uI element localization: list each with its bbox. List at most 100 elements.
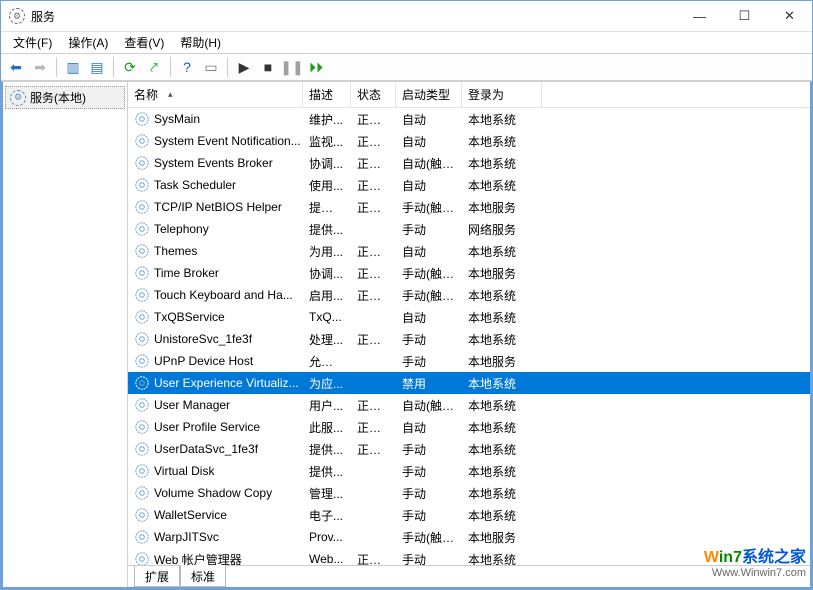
service-row[interactable]: UPnP Device Host允许 ...手动本地服务 [128, 350, 810, 372]
cell-startup: 自动(触发... [396, 155, 462, 172]
sort-ascending-icon: ▴ [168, 89, 173, 100]
properties-button[interactable]: ▭ [200, 56, 222, 78]
column-header-description[interactable]: 描述 [303, 82, 351, 107]
tab-standard[interactable]: 标准 [180, 565, 226, 587]
service-row[interactable]: Task Scheduler使用...正在...自动本地系统 [128, 174, 810, 196]
column-header-name[interactable]: 名称 ▴ [128, 82, 303, 107]
toolbar-separator [113, 57, 114, 77]
menu-file[interactable]: 文件(F) [5, 32, 60, 53]
service-row[interactable]: System Event Notification...监视...正在...自动… [128, 130, 810, 152]
cell-name: User Manager [128, 397, 303, 413]
service-row[interactable]: TxQBServiceTxQ...自动本地系统 [128, 306, 810, 328]
cell-logon: 本地系统 [462, 287, 542, 304]
service-row[interactable]: User Experience Virtualiz...为应...禁用本地系统 [128, 372, 810, 394]
service-name-label: User Profile Service [154, 420, 260, 434]
cell-logon: 本地系统 [462, 485, 542, 502]
cell-status: 正在... [351, 287, 396, 304]
cell-name: User Experience Virtualiz... [128, 375, 303, 391]
menu-action[interactable]: 操作(A) [60, 32, 116, 53]
show-hide-tree-button[interactable]: ▥ [62, 56, 84, 78]
cell-description: 提供 ... [303, 199, 351, 216]
service-gear-icon [134, 507, 150, 523]
cell-name: Task Scheduler [128, 177, 303, 193]
cell-logon: 本地系统 [462, 309, 542, 326]
cell-startup: 手动(触发... [396, 265, 462, 282]
service-row[interactable]: Touch Keyboard and Ha...启用...正在...手动(触发.… [128, 284, 810, 306]
service-row[interactable]: Volume Shadow Copy管理...手动本地系统 [128, 482, 810, 504]
export-button[interactable]: ⤤ [143, 56, 165, 78]
cell-description: 电子... [303, 507, 351, 524]
cell-name: UserDataSvc_1fe3f [128, 441, 303, 457]
cell-logon: 本地系统 [462, 419, 542, 436]
service-row[interactable]: WalletService电子...手动本地系统 [128, 504, 810, 526]
close-button[interactable]: ✕ [767, 1, 812, 31]
toolbar-separator [227, 57, 228, 77]
details-pane-button[interactable]: ▤ [86, 56, 108, 78]
service-name-label: TxQBService [154, 310, 225, 324]
service-gear-icon [134, 397, 150, 413]
cell-name: Time Broker [128, 265, 303, 281]
cell-description: 为用... [303, 243, 351, 260]
service-row[interactable]: System Events Broker协调...正在...自动(触发...本地… [128, 152, 810, 174]
service-gear-icon [134, 375, 150, 391]
cell-startup: 手动 [396, 353, 462, 370]
column-header-logon[interactable]: 登录为 [462, 82, 542, 107]
help-button[interactable]: ? [176, 56, 198, 78]
menu-view[interactable]: 查看(V) [116, 32, 172, 53]
refresh-button[interactable]: ⟳ [119, 56, 141, 78]
service-name-label: Virtual Disk [154, 464, 214, 478]
service-row[interactable]: SysMain维护...正在...自动本地系统 [128, 108, 810, 130]
service-row[interactable]: User Manager用户...正在...自动(触发...本地系统 [128, 394, 810, 416]
window-controls: — ☐ ✕ [677, 1, 812, 31]
cell-name: System Event Notification... [128, 133, 303, 149]
stop-service-button[interactable]: ■ [257, 56, 279, 78]
cell-description: 维护... [303, 111, 351, 128]
cell-description: TxQ... [303, 310, 351, 324]
minimize-button[interactable]: — [677, 1, 722, 31]
cell-logon: 本地系统 [462, 551, 542, 566]
cell-description: 监视... [303, 133, 351, 150]
tab-extended[interactable]: 扩展 [134, 566, 180, 587]
service-row[interactable]: User Profile Service此服...正在...自动本地系统 [128, 416, 810, 438]
back-button[interactable]: ⬅ [5, 56, 27, 78]
service-gear-icon [134, 463, 150, 479]
service-gear-icon [134, 243, 150, 259]
service-row[interactable]: WarpJITSvcProv...手动(触发...本地服务 [128, 526, 810, 548]
cell-startup: 手动 [396, 221, 462, 238]
service-name-label: Time Broker [154, 266, 219, 280]
maximize-button[interactable]: ☐ [722, 1, 767, 31]
column-header-startup[interactable]: 启动类型 [396, 82, 462, 107]
tree-node-services-local[interactable]: ⚙ 服务(本地) [5, 86, 125, 109]
cell-description: Prov... [303, 530, 351, 544]
service-row[interactable]: Telephony提供...手动网络服务 [128, 218, 810, 240]
cell-name: Volume Shadow Copy [128, 485, 303, 501]
service-row[interactable]: UnistoreSvc_1fe3f处理...正在...手动本地系统 [128, 328, 810, 350]
cell-name: Virtual Disk [128, 463, 303, 479]
service-gear-icon [134, 155, 150, 171]
service-row[interactable]: TCP/IP NetBIOS Helper提供 ...正在...手动(触发...… [128, 196, 810, 218]
services-list[interactable]: 名称 ▴ 描述 状态 启动类型 登录为 SysMain维护...正在...自动本… [128, 82, 810, 565]
service-row[interactable]: UserDataSvc_1fe3f提供...正在...手动本地系统 [128, 438, 810, 460]
cell-logon: 本地系统 [462, 463, 542, 480]
pause-service-button[interactable]: ❚❚ [281, 56, 303, 78]
service-gear-icon [134, 111, 150, 127]
cell-startup: 手动 [396, 463, 462, 480]
cell-description: 协调... [303, 155, 351, 172]
start-service-button[interactable]: ▶ [233, 56, 255, 78]
service-name-label: WalletService [154, 508, 227, 522]
cell-status: 正在... [351, 551, 396, 566]
restart-service-button[interactable]: ⏵⏵ [305, 56, 327, 78]
service-row[interactable]: Virtual Disk提供...手动本地系统 [128, 460, 810, 482]
menu-help[interactable]: 帮助(H) [172, 32, 229, 53]
service-row[interactable]: Themes为用...正在...自动本地系统 [128, 240, 810, 262]
service-row[interactable]: Time Broker协调...正在...手动(触发...本地服务 [128, 262, 810, 284]
cell-startup: 自动(触发... [396, 397, 462, 414]
service-row[interactable]: Web 帐户管理器Web...正在...手动本地系统 [128, 548, 810, 565]
column-header-status[interactable]: 状态 [351, 82, 396, 107]
cell-status: 正在... [351, 155, 396, 172]
list-header: 名称 ▴ 描述 状态 启动类型 登录为 [128, 82, 810, 108]
cell-logon: 本地系统 [462, 441, 542, 458]
cell-logon: 本地服务 [462, 353, 542, 370]
cell-name: Web 帐户管理器 [128, 551, 303, 566]
forward-button[interactable]: ➡ [29, 56, 51, 78]
